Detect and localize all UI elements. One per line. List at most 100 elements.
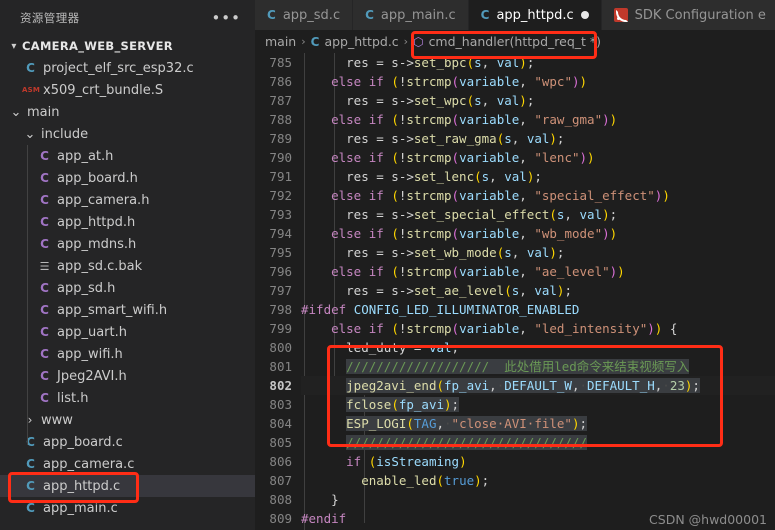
tree-item-x509-crt-bundle-s[interactable]: ASM x509_crt_bundle.S xyxy=(0,79,255,101)
tree-item-app-board-h[interactable]: Capp_board.h xyxy=(0,167,255,189)
unsaved-indicator-icon[interactable] xyxy=(580,11,589,19)
tree-item-app-sd-h[interactable]: Capp_sd.h xyxy=(0,277,255,299)
workspace-root-row[interactable]: ▾ CAMERA_WEB_SERVER xyxy=(0,35,255,57)
code-line-text: res = s->set_lenc(s, val); xyxy=(346,169,542,184)
tree-item-include[interactable]: ⌄ include xyxy=(0,123,255,145)
code-line-text: res = s->set_wb_mode(s, val); xyxy=(346,245,565,260)
breadcrumb-item-1[interactable]: Capp_httpd.c xyxy=(311,34,399,49)
code-line[interactable]: res = s->set_lenc(s, val); xyxy=(301,167,775,186)
code-line[interactable]: /////////////////// 此处借用led命令来结束视频写入 xyxy=(301,357,775,376)
tree-item-app-sd-c-bak[interactable]: ☰ app_sd.c.bak xyxy=(0,255,255,277)
line-number: 792 xyxy=(269,188,292,203)
tree-item-label: Jpeg2AVI.h xyxy=(57,368,127,384)
code-line[interactable]: #ifdef CONFIG_LED_ILLUMINATOR_ENABLED xyxy=(301,300,775,319)
tab-sdk-configuration-e[interactable]: SDK Configuration e xyxy=(601,0,775,30)
code-line[interactable]: res = s->set_ae_level(s, val); xyxy=(301,281,775,300)
code-content[interactable]: res = s->set_bpc(s, val); else if (!strc… xyxy=(301,53,775,530)
code-line-text: else if (!strcmp(variable, "wb_mode")) xyxy=(331,226,618,241)
code-line[interactable]: res = s->set_bpc(s, val); xyxy=(301,53,775,72)
tree-item-list-h[interactable]: Clist.h xyxy=(0,387,255,409)
tree-item-app-mdns-h[interactable]: Capp_mdns.h xyxy=(0,233,255,255)
explorer-sidebar: 资源管理器 ••• ▾ CAMERA_WEB_SERVER Cproject_e… xyxy=(0,0,255,530)
tree-item-app-camera-c[interactable]: Capp_camera.c xyxy=(0,453,255,475)
c-file-icon: C xyxy=(26,61,35,75)
more-actions-icon[interactable]: ••• xyxy=(211,10,241,25)
code-line[interactable]: jpeg2avi_end(fp_avi,·DEFAULT_W,·DEFAULT_… xyxy=(301,376,775,395)
tree-item-label: app_mdns.h xyxy=(57,236,137,252)
tab-bar[interactable]: Capp_sd.c Capp_main.c Capp_httpd.c SDK Conf… xyxy=(255,0,775,30)
line-number: 801 xyxy=(269,359,292,374)
tree-item-app-uart-h[interactable]: Capp_uart.h xyxy=(0,321,255,343)
code-editor[interactable]: 785 786 787 788 789 790 791 792 793 794 795 796 797 7… xyxy=(255,53,775,530)
line-number: 796 xyxy=(269,264,292,279)
code-line-text: #endif xyxy=(301,511,347,526)
h-file-icon: C xyxy=(40,391,49,405)
code-line[interactable]: else if (!strcmp(variable, "special_effe… xyxy=(301,186,775,205)
c-file-icon: C xyxy=(26,435,35,449)
code-line[interactable]: res = s->set_wb_mode(s, val); xyxy=(301,243,775,262)
code-line[interactable]: res = s->set_special_effect(s, val); xyxy=(301,205,775,224)
code-line[interactable]: fclose(fp_avi); xyxy=(301,395,775,414)
tree-item-label: app_sd.c.bak xyxy=(57,258,143,274)
tree-item-jpeg2avi-h[interactable]: C Jpeg2AVI.h xyxy=(0,365,255,387)
code-line-text: //////////////////////////////// xyxy=(346,435,587,450)
tree-item-app-board-c[interactable]: Capp_board.c xyxy=(0,431,255,453)
breadcrumb-label: app_httpd.c xyxy=(324,34,399,49)
h-file-icon: C xyxy=(40,237,49,251)
code-line[interactable]: } xyxy=(301,490,775,509)
code-line[interactable]: res = s->set_raw_gma(s, val); xyxy=(301,129,775,148)
breadcrumb[interactable]: main › Capp_httpd.c › ⬡ cmd_handler(httpd_req… xyxy=(255,30,775,53)
code-line[interactable]: else if (!strcmp(variable, "wb_mode")) xyxy=(301,224,775,243)
breadcrumb-item-2[interactable]: ⬡ cmd_handler(httpd_req_t *) xyxy=(413,34,601,49)
tree-item-label: app_board.c xyxy=(43,434,123,450)
tree-item-app-main-c[interactable]: Capp_main.c xyxy=(0,497,255,519)
code-line[interactable]: enable_led(true); xyxy=(301,471,775,490)
tree-item-label: app_httpd.c xyxy=(43,478,121,494)
tree-item-app-smart-wifi-h[interactable]: Capp_smart_wifi.h xyxy=(0,299,255,321)
code-line-text: else if (!strcmp(variable, "ae_level")) xyxy=(331,264,625,279)
tree-item-www[interactable]: › www xyxy=(0,409,255,431)
code-line[interactable]: //////////////////////////////// xyxy=(301,433,775,452)
file-tree[interactable]: Cproject_elf_src_esp32.c ASM x509_crt_bund… xyxy=(0,57,255,530)
tree-item-app-httpd-c[interactable]: Capp_httpd.c xyxy=(0,475,255,497)
tree-item-app-wifi-h[interactable]: Capp_wifi.h xyxy=(0,343,255,365)
line-number: 789 xyxy=(269,131,292,146)
tree-item-label: include xyxy=(41,126,89,142)
code-line[interactable]: if (isStreaming) xyxy=(301,452,775,471)
code-line-text: jpeg2avi_end(fp_avi,·DEFAULT_W,·DEFAULT_… xyxy=(346,378,700,393)
tree-item-label: app_camera.c xyxy=(43,456,135,472)
tab-app-httpd-c[interactable]: Capp_httpd.c xyxy=(468,0,602,30)
code-line[interactable]: else if (!strcmp(variable, "led_intensit… xyxy=(301,319,775,338)
code-line[interactable]: res = s->set_wpc(s, val); xyxy=(301,91,775,110)
code-line[interactable]: ESP_LOGI(TAG,·"close·AVI·file"); xyxy=(301,414,775,433)
tab-app-sd-c[interactable]: Capp_sd.c xyxy=(255,0,354,30)
tab-app-main-c[interactable]: Capp_main.c xyxy=(353,0,469,30)
code-line[interactable]: else if (!strcmp(variable, "ae_level")) xyxy=(301,262,775,281)
code-line-text: /////////////////// 此处借用led命令来结束视频写入 xyxy=(346,359,690,374)
c-file-icon: C xyxy=(480,8,490,22)
code-line[interactable]: led_duty = val; xyxy=(301,338,775,357)
tree-item-app-httpd-h[interactable]: Capp_httpd.h xyxy=(0,211,255,233)
tree-item-project-elf-src-esp32-c[interactable]: Cproject_elf_src_esp32.c xyxy=(0,57,255,79)
breadcrumb-item-0[interactable]: main xyxy=(265,34,296,49)
tree-item-app-at-h[interactable]: Capp_at.h xyxy=(0,145,255,167)
code-line-text: res = s->set_special_effect(s, val); xyxy=(346,207,618,222)
line-number: 807 xyxy=(269,473,292,488)
code-line[interactable]: else if (!strcmp(variable, "wpc")) xyxy=(301,72,775,91)
code-line[interactable]: else if (!strcmp(variable, "lenc")) xyxy=(301,148,775,167)
tree-item-app-camera-h[interactable]: Capp_camera.h xyxy=(0,189,255,211)
line-number: 806 xyxy=(269,454,292,469)
workspace-root-label: CAMERA_WEB_SERVER xyxy=(22,39,173,53)
tree-item-main[interactable]: ⌄ main xyxy=(0,101,255,123)
code-line-text: res = s->set_bpc(s, val); xyxy=(346,55,535,70)
h-file-icon: C xyxy=(40,215,49,229)
code-line[interactable]: else if (!strcmp(variable, "raw_gma")) xyxy=(301,110,775,129)
